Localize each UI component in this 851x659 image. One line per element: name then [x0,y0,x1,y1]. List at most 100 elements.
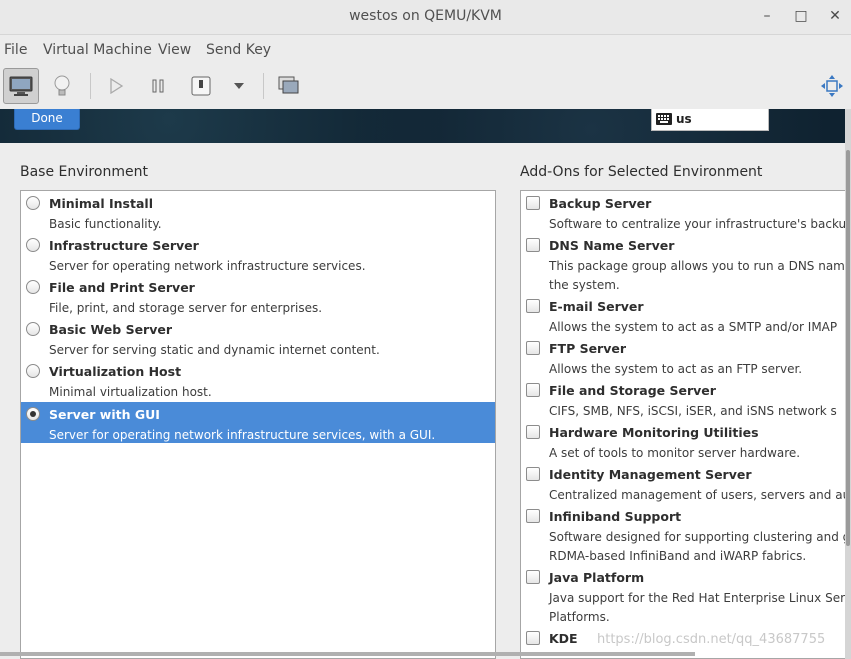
checkbox[interactable] [526,570,540,584]
addon-name: Infiniband Support [549,509,682,524]
checkbox[interactable] [526,341,540,355]
checkbox[interactable] [526,383,540,397]
shutdown-button[interactable] [183,68,219,104]
environment-name: Infrastructure Server [49,238,199,253]
addon-row[interactable]: Hardware Monitoring Utilities A set of t… [521,420,846,462]
addon-row[interactable]: Backup Server Software to centralize you… [521,191,846,233]
base-environment-title: Base Environment [20,164,148,180]
radio-button[interactable] [26,322,40,336]
addon-name: Identity Management Server [549,467,752,482]
checkbox[interactable] [526,299,540,313]
addon-description: Allows the system to act as a SMTP and/o… [549,320,838,334]
environment-name: Minimal Install [49,196,153,211]
power-icon [191,76,211,96]
window-titlebar: westos on QEMU/KVM – □ ✕ [0,0,851,35]
addon-description: Platforms. [549,610,610,624]
menu-send-key[interactable]: Send Key [206,42,271,58]
environment-name: File and Print Server [49,280,195,295]
maximize-button[interactable]: □ [791,6,811,26]
addon-row[interactable]: Java Platform Java support for the Red H… [521,565,846,626]
addon-name: Hardware Monitoring Utilities [549,425,759,440]
checkbox[interactable] [526,631,540,645]
pause-icon [152,79,164,93]
addon-description: the system. [549,278,620,292]
addon-row[interactable]: FTP Server Allows the system to act as a… [521,336,846,378]
vertical-scrollbar[interactable] [846,150,850,546]
addon-description: Allows the system to act as an FTP serve… [549,362,803,376]
addon-row[interactable]: Infiniband Support Software designed for… [521,504,846,565]
radio-button[interactable] [26,196,40,210]
addon-description: A set of tools to monitor server hardwar… [549,446,801,460]
addon-name: KDE [549,631,578,646]
addon-description: This package group allows you to run a D… [549,259,845,273]
environment-row[interactable]: File and Print Server File, print, and s… [21,275,495,317]
keyboard-layout-indicator[interactable]: us [651,109,769,131]
addon-name: Backup Server [549,196,652,211]
addon-description: Java support for the Red Hat Enterprise … [549,591,846,605]
radio-button[interactable] [26,280,40,294]
toolbar-separator [90,73,91,99]
checkbox[interactable] [526,238,540,252]
shutdown-menu-button[interactable] [221,68,257,104]
console-icon [9,76,33,96]
environment-row[interactable]: Minimal Install Basic functionality. [21,191,495,233]
play-icon [110,78,124,94]
toolbar-separator [263,73,264,99]
pause-button[interactable] [140,68,176,104]
menu-view[interactable]: View [158,42,191,58]
addons-list: Backup Server Software to centralize you… [520,190,846,659]
run-button[interactable] [98,68,134,104]
environment-description: Server for serving static and dynamic in… [49,343,380,357]
environment-row[interactable]: Basic Web Server Server for serving stat… [21,317,495,359]
close-button[interactable]: ✕ [825,6,845,26]
radio-button[interactable] [26,364,40,378]
environment-description: Server for operating network infrastruct… [49,428,436,442]
details-button[interactable] [44,68,80,104]
environment-row-selected[interactable]: Server with GUI Server for operating net… [21,402,495,443]
snapshots-icon [278,76,299,94]
addon-row[interactable]: File and Storage Server CIFS, SMB, NFS, … [521,378,846,420]
environment-name: Virtualization Host [49,364,182,379]
addon-name: E-mail Server [549,299,644,314]
addon-name: Java Platform [549,570,645,585]
environment-name: Basic Web Server [49,322,173,337]
keyboard-layout-label: us [676,112,692,126]
checkbox[interactable] [526,467,540,481]
fullscreen-button[interactable] [814,68,850,104]
environment-description: Minimal virtualization host. [49,385,212,399]
addon-row[interactable]: E-mail Server Allows the system to act a… [521,294,846,336]
console-button[interactable] [3,68,39,104]
done-button[interactable]: Done [14,109,80,130]
horizontal-scrollbar[interactable] [0,652,695,656]
window-title: westos on QEMU/KVM [349,8,502,24]
minimize-button[interactable]: – [757,6,777,26]
chevron-down-icon [234,83,244,89]
environment-description: Server for operating network infrastruct… [49,259,366,273]
addon-name: DNS Name Server [549,238,675,253]
addon-description: CIFS, SMB, NFS, iSCSI, iSER, and iSNS ne… [549,404,837,418]
addon-row[interactable]: Identity Management Server Centralized m… [521,462,846,504]
addon-description: Software to centralize your infrastructu… [549,217,846,231]
radio-button[interactable] [26,238,40,252]
addons-title: Add-Ons for Selected Environment [520,164,763,180]
addon-description: RDMA-based InfiniBand and iWARP fabrics. [549,549,807,563]
keyboard-icon [656,113,672,125]
menu-file[interactable]: File [4,42,27,58]
menu-virtual-machine[interactable]: Virtual Machine [43,42,152,58]
addon-row[interactable]: DNS Name Server This package group allow… [521,233,846,294]
software-selection-main: Base Environment Add-Ons for Selected En… [0,143,846,659]
addon-description: Software designed for supporting cluster… [549,530,846,544]
lightbulb-icon [54,75,70,96]
environment-row[interactable]: Virtualization Host Minimal virtualizati… [21,359,495,401]
radio-button-selected[interactable] [26,407,40,421]
fullscreen-icon [821,75,843,97]
environment-description: Basic functionality. [49,217,162,231]
environment-row[interactable]: Infrastructure Server Server for operati… [21,233,495,275]
watermark: https://blog.csdn.net/qq_43687755 [597,632,826,647]
snapshots-button[interactable] [271,68,307,104]
addon-name: File and Storage Server [549,383,716,398]
checkbox[interactable] [526,509,540,523]
checkbox[interactable] [526,196,540,210]
checkbox[interactable] [526,425,540,439]
installer-header-banner: Done us [0,109,845,143]
